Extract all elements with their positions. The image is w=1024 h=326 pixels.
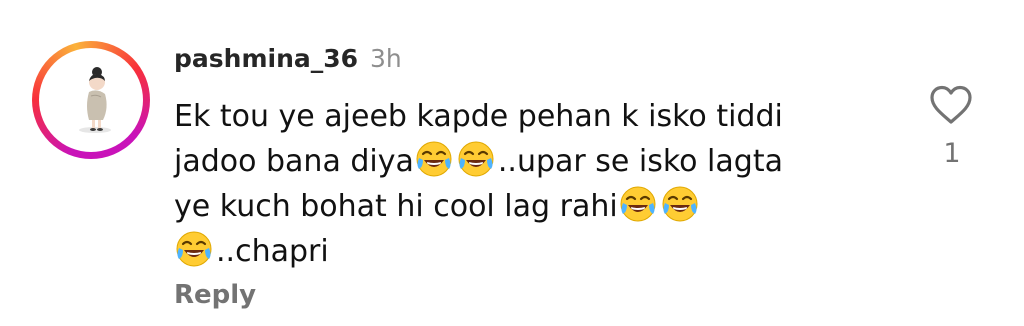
comment-text-segment: jadoo bana diya [174,144,414,179]
face-with-tears-of-joy-icon [414,139,454,179]
face-with-tears-of-joy-icon [618,184,658,224]
face-with-tears-of-joy-icon [456,139,496,179]
comment-text-segment: ye kuch bohat hi cool lag rahi [174,189,618,224]
comment-text-segment: ..chapri [216,234,329,269]
comment-line: ye kuch bohat hi cool lag rahi [174,184,914,229]
avatar-illustration [79,67,111,133]
timestamp: 3h [370,44,402,73]
reply-button[interactable]: Reply [174,280,256,310]
face-with-tears-of-joy-icon [660,184,700,224]
like-count: 1 [943,138,961,169]
comment-text-segment: ..upar se isko lagta [497,144,783,179]
comment-line: jadoo bana diya ..upar se isko lagta [174,139,914,184]
comment-header: pashmina_36 3h [174,44,402,84]
comment-line: Ek tou ye ajeeb kapde pehan k isko tiddi [174,94,914,139]
heart-outline-icon[interactable] [928,84,974,126]
comment-line: ..chapri [174,229,914,274]
comment-text-segment: Ek tou ye ajeeb kapde pehan k isko tiddi [174,99,783,134]
avatar[interactable] [39,48,143,152]
face-with-tears-of-joy-icon [174,229,214,269]
username-link[interactable]: pashmina_36 [174,44,358,73]
story-ring[interactable] [32,41,150,159]
comment-text: Ek tou ye ajeeb kapde pehan k isko tiddi… [174,94,914,274]
